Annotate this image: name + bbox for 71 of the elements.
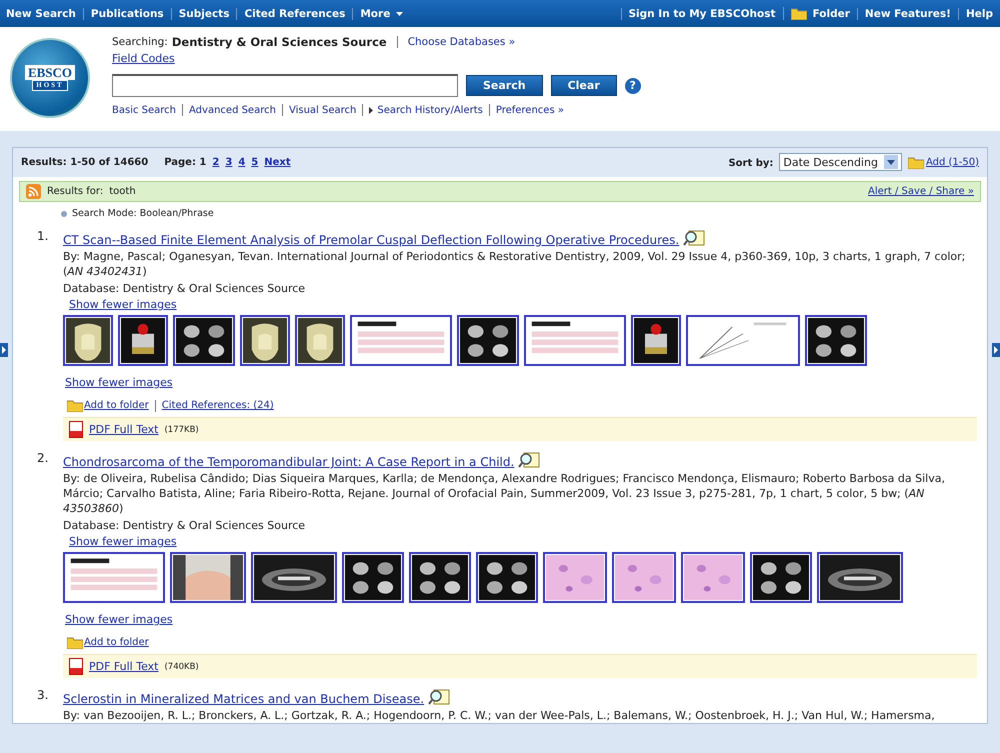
show-fewer-images-link[interactable]: Show fewer images xyxy=(69,535,177,548)
pdf-full-text-link[interactable]: PDF Full Text xyxy=(89,423,158,436)
results-for-label: Results for: xyxy=(47,186,104,197)
search-link[interactable]: Preferences » xyxy=(496,104,564,116)
nav-link[interactable]: Cited References xyxy=(236,8,352,20)
search-field[interactable] xyxy=(112,74,458,97)
citation-text: By: de Oliveira, Rubelisa Cândido; Dias Siqueira Marques, Karlla; de Mendonça, Alexandre Rodrigues; Francisco Mendonça, Elismauro; Roberto Barbosa da Silva, Márcio; Carvalho Batista, Aline; Faria Ribeiro-Rotta, Rejane. Journal of Orofacial Pain, Summer2009, Vol. 23 Issue 3, p275-281, 7p, 1 chart, 5 color, 5 bw; (AN 43503860) xyxy=(63,471,946,516)
add-to-folder-link[interactable]: Add to folder xyxy=(84,400,149,411)
search-link[interactable]: Basic Search xyxy=(112,104,176,116)
page-link[interactable]: 3 xyxy=(225,156,232,168)
magnifier-note-icon[interactable] xyxy=(683,229,706,247)
search-mode-text: Search Mode: Boolean/Phrase xyxy=(72,208,214,219)
pdf-icon xyxy=(69,658,83,675)
result-number: 3. xyxy=(37,688,50,704)
folder-icon xyxy=(790,7,807,20)
nav-link[interactable]: New Search xyxy=(0,8,83,20)
page-link[interactable]: Next xyxy=(264,156,291,168)
search-button[interactable]: Clear xyxy=(550,75,617,96)
nav-link[interactable]: Publications xyxy=(82,8,171,20)
sort-dropdown[interactable]: Date Descending xyxy=(779,153,902,171)
sort-label: Sort by: xyxy=(728,158,774,169)
page-link[interactable]: 2 xyxy=(212,156,220,168)
show-fewer-images-link[interactable]: Show fewer images xyxy=(65,613,173,626)
database-text: Database: Dentistry & Oral Sciences Source xyxy=(63,281,306,296)
add-to-folder-link[interactable]: Add (1-50) xyxy=(926,156,979,168)
show-fewer-images-link[interactable]: Show fewer images xyxy=(65,376,173,389)
search-link[interactable]: Visual Search xyxy=(288,104,356,116)
field-codes-link[interactable]: Field Codes xyxy=(112,52,175,65)
database-text: Database: Dentistry & Oral Sciences Source xyxy=(63,518,306,533)
add-to-folder-link[interactable]: Add to folder xyxy=(84,637,149,648)
nav-link[interactable]: More xyxy=(352,8,410,20)
help-button[interactable]: ? xyxy=(624,78,641,94)
search-link[interactable]: Search History/Alerts xyxy=(369,104,483,116)
folder-icon xyxy=(908,156,924,168)
page-link[interactable]: 5 xyxy=(251,156,258,168)
citation-text: By: van Bezooijen, R. L.; Bronckers, A. L.; Gortzak, R. A.; Hogendoorn, P. C. W.; van der Wee-Pals, L.; Balemans, W.; Oostenbroek, H. J.; Van Hul, W.; Hamersma, xyxy=(63,708,936,723)
page-label: Page: 1 xyxy=(164,156,206,168)
database-name: Dentistry & Oral Sciences Source xyxy=(172,35,387,49)
result-title-link[interactable]: Sclerostin in Mineralized Matrices and van Buchem Disease. xyxy=(63,692,424,706)
caret-icon xyxy=(886,160,895,164)
pdf-full-text-link[interactable]: PDF Full Text xyxy=(89,660,158,673)
nav-link[interactable]: New Features! xyxy=(856,8,958,20)
expand-left-icon[interactable] xyxy=(0,343,8,357)
file-size: (177KB) xyxy=(164,424,199,434)
nav-link[interactable]: Help xyxy=(958,8,1000,20)
result-title-link[interactable]: CT Scan--Based Finite Element Analysis of Premolar Cuspal Deflection Following Operative Procedures. xyxy=(63,233,680,247)
searching-label: Searching: xyxy=(112,36,168,48)
magnifier-note-icon[interactable] xyxy=(518,451,540,469)
bullet-icon xyxy=(61,210,67,216)
file-size: (740KB) xyxy=(164,662,199,672)
cited-references-link[interactable]: Cited References: (24) xyxy=(162,400,274,411)
pdf-icon xyxy=(69,421,83,438)
search-link[interactable]: Advanced Search xyxy=(189,104,276,116)
result-number: 2. xyxy=(37,451,50,467)
nav-link[interactable]: Subjects xyxy=(170,8,236,20)
query-text: tooth xyxy=(109,186,136,197)
citation-text: By: Magne, Pascal; Oganesyan, Tevan. International Journal of Periodontics & Restorative Dentistry, 2009, Vol. 29 Issue 4, p360-369, 10p, 3 charts, 1 graph, 7 color; (AN 43402431) xyxy=(63,249,966,279)
magnifier-note-icon[interactable] xyxy=(428,688,450,706)
nav-link[interactable]: Folder xyxy=(782,7,857,20)
show-fewer-images-link[interactable]: Show fewer images xyxy=(69,298,177,311)
result-title-link[interactable]: Chondrosarcoma of the Temporomandibular Joint: A Case Report in a Child. xyxy=(63,455,514,469)
choose-databases-link[interactable]: Choose Databases » xyxy=(408,36,516,48)
folder-icon xyxy=(67,399,83,412)
expand-right-icon[interactable] xyxy=(992,343,1000,357)
folder-icon xyxy=(67,636,83,649)
search-button[interactable]: Search xyxy=(466,75,543,96)
results-count: Results: 1-50 of 14660 xyxy=(21,156,148,168)
page-link[interactable]: 4 xyxy=(238,156,246,168)
result-number: 1. xyxy=(37,229,50,245)
alert-save-share-link[interactable]: Alert / Save / Share » xyxy=(868,186,974,197)
nav-link[interactable]: Sign In to My EBSCOhost xyxy=(620,8,783,20)
